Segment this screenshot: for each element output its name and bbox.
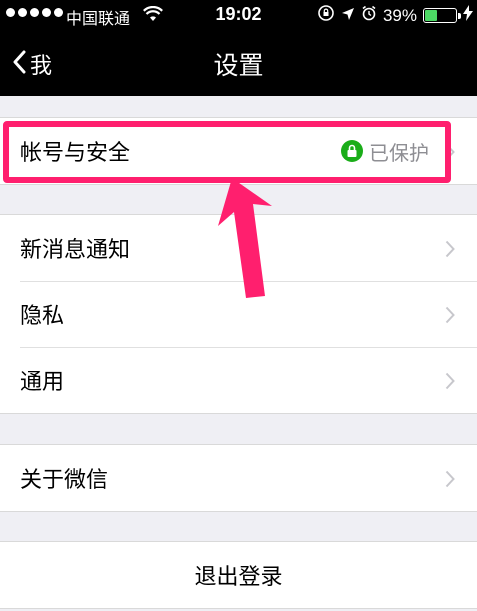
- page-title: 设置: [213, 51, 264, 80]
- row-label: 关于微信: [20, 468, 109, 493]
- row-label: 新消息通知: [20, 238, 131, 263]
- battery-icon: [423, 8, 461, 23]
- row-label: 隐私: [20, 304, 65, 329]
- battery-level-fill: [425, 10, 437, 21]
- settings-group-general: 新消息通知 隐私 通用: [0, 214, 477, 414]
- settings-group-account: 帐号与安全 已保护: [0, 117, 477, 185]
- privacy-row[interactable]: 隐私: [0, 281, 477, 347]
- status-bar: 中国联通 19:02 39%: [0, 0, 477, 30]
- chevron-right-icon: [445, 371, 455, 396]
- alarm-icon: [361, 5, 377, 26]
- lock-icon: [341, 140, 363, 162]
- chevron-right-icon: [445, 305, 455, 330]
- rotation-lock-icon: [317, 4, 335, 27]
- chevron-right-icon: [445, 239, 455, 264]
- navigation-bar: 我 设置: [0, 30, 477, 96]
- row-label: 帐号与安全: [20, 141, 131, 166]
- settings-group-about: 关于微信: [0, 444, 477, 512]
- account-security-row[interactable]: 帐号与安全 已保护: [0, 118, 477, 184]
- chevron-right-icon: [445, 142, 455, 167]
- location-arrow-icon: [341, 6, 355, 26]
- general-row[interactable]: 通用: [0, 347, 477, 413]
- logout-button[interactable]: 退出登录: [0, 542, 477, 608]
- about-wechat-row[interactable]: 关于微信: [0, 445, 477, 511]
- logout-label: 退出登录: [194, 565, 283, 590]
- new-message-notification-row[interactable]: 新消息通知: [0, 215, 477, 281]
- settings-group-logout: 退出登录: [0, 541, 477, 609]
- row-label: 通用: [20, 370, 65, 395]
- chevron-right-icon: [445, 469, 455, 494]
- charging-bolt-icon: [463, 5, 473, 26]
- battery-percent: 39%: [382, 5, 417, 25]
- protection-status: 已保护: [341, 118, 429, 184]
- protection-status-label: 已保护: [369, 140, 429, 165]
